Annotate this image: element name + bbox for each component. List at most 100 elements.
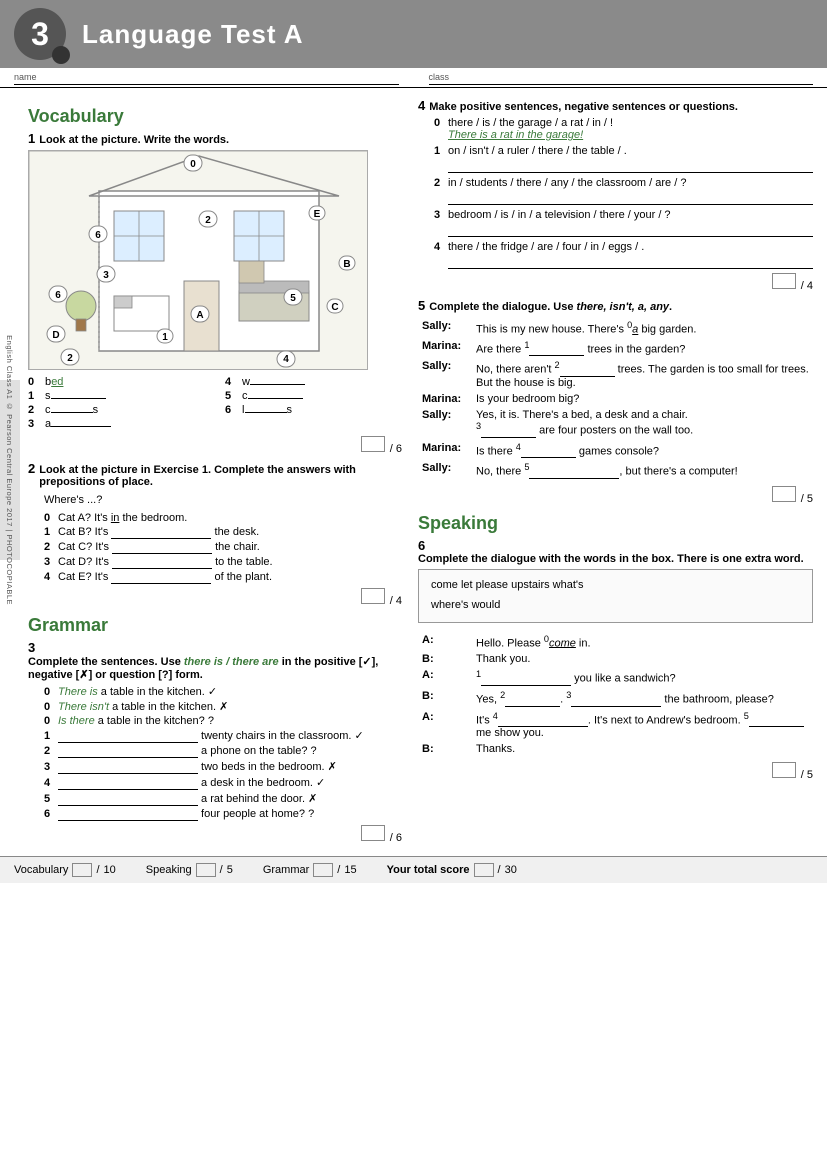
exercise-4: 4 Make positive sentences, negative sent…	[418, 98, 813, 292]
grammar-score-box	[313, 863, 333, 877]
ex6-score-line: / 5	[418, 762, 813, 781]
ex5-score-line: / 5	[418, 486, 813, 505]
ex5-sally-1: Sally: This is my new house. There's 0a …	[420, 319, 811, 337]
ex3-item-2: 2 a phone on the table? ?	[28, 745, 402, 758]
name-field: name	[14, 72, 399, 85]
word-item-0: 0 bed	[28, 376, 205, 388]
ex1-score-line: / 6	[28, 436, 402, 455]
ex3-item-0c: 0 Is there a table in the kitchen? ?	[28, 715, 402, 727]
total-score-box	[474, 863, 494, 877]
name-label: name	[14, 72, 399, 82]
ex3-score-line: / 6	[28, 825, 402, 844]
left-column: Vocabulary 1 Look at the picture. Write …	[28, 98, 418, 848]
ex5-score: 5	[807, 493, 813, 505]
svg-text:2: 2	[205, 215, 211, 226]
word-box-6: come let please upstairs what's where's …	[418, 569, 813, 623]
score-box-2	[361, 588, 385, 604]
ex6-dialogue: A: Hello. Please 0come in. B: Thank you.…	[418, 631, 813, 759]
ex4-item-4: 4 there / the fridge / are / four / in /…	[418, 241, 813, 269]
ex1-instruction: Look at the picture. Write the words.	[39, 134, 229, 146]
word-item-5: 5 c	[225, 390, 402, 402]
exercise-6: 6 Complete the dialogue with the words i…	[418, 538, 813, 781]
svg-text:5: 5	[290, 293, 296, 304]
word-grid: 0 bed 4 w 1 s 5 c	[28, 376, 402, 430]
ex5-sally-3: Sally: Yes, it is. There's a bed, a desk…	[420, 408, 811, 439]
score-box-3	[361, 825, 385, 841]
ex5-marina-1: Marina: Are there 1 trees in the garden?	[420, 339, 811, 358]
total-score-value: 30	[505, 864, 517, 876]
ex2-score: 4	[396, 595, 402, 607]
svg-text:0: 0	[190, 159, 196, 170]
svg-text:B: B	[343, 259, 350, 270]
vocabulary-heading: Vocabulary	[28, 106, 402, 127]
ex3-item-0a: 0 There is a table in the kitchen. ✓	[28, 685, 402, 698]
ex6-b-1: B: Thank you.	[420, 652, 811, 666]
ex2-item-2: 2 Cat C? It's the chair.	[28, 541, 402, 554]
ex1-score: 6	[396, 443, 402, 455]
ex2-item-1: 1 Cat B? It's the desk.	[28, 526, 402, 539]
ex2-prompt: Where's ...?	[28, 492, 402, 509]
exercise-2: 2 Look at the picture in Exercise 1. Com…	[28, 461, 402, 607]
svg-text:4: 4	[283, 354, 289, 365]
class-label: class	[429, 72, 814, 82]
ex4-instruction: Make positive sentences, negative senten…	[429, 101, 738, 113]
svg-text:2: 2	[67, 353, 73, 364]
score-box-4	[772, 273, 796, 289]
grammar-heading: Grammar	[28, 615, 402, 636]
ex2-item-3: 3 Cat D? It's to the table.	[28, 556, 402, 569]
ex6-instruction: Complete the dialogue with the words in …	[418, 553, 804, 565]
svg-text:E: E	[314, 209, 321, 220]
exercise-5: 5 Complete the dialogue. Use there, isn'…	[418, 298, 813, 505]
vocab-score-value: 10	[104, 864, 116, 876]
exercise-3: 3 Complete the sentences. Use there is /…	[28, 640, 402, 844]
svg-text:3: 3	[103, 270, 109, 281]
ex6-b-3: B: Thanks.	[420, 742, 811, 756]
score-box-5	[772, 486, 796, 502]
name-class-bar: name class	[0, 68, 827, 88]
ex6-a-2: A: 1 you like a sandwich?	[420, 668, 811, 687]
ex4-item-2: 2 in / students / there / any / the clas…	[418, 177, 813, 205]
ex3-score: 6	[396, 832, 402, 844]
ex3-item-3: 3 two beds in the bedroom. ✗	[28, 760, 402, 774]
ex6-a-3: A: It's 4 . It's next to Andrew's bedroo…	[420, 710, 811, 741]
svg-text:1: 1	[162, 332, 168, 343]
grammar-score-item: Grammar / 15	[263, 863, 357, 877]
word-item-2: 2 cs	[28, 404, 205, 416]
ex5-marina-2: Marina: Is your bedroom big?	[420, 392, 811, 406]
svg-text:6: 6	[95, 230, 101, 241]
svg-text:6: 6	[55, 290, 61, 301]
ex2-instruction: Look at the picture in Exercise 1. Compl…	[39, 464, 402, 488]
svg-text:A: A	[196, 310, 203, 321]
ex6-number: 6	[418, 538, 425, 553]
speaking-score-item: Speaking / 5	[146, 863, 233, 877]
ex2-number: 2	[28, 461, 35, 476]
word-item-4: 4 w	[225, 376, 402, 388]
exercise-1: 1 Look at the picture. Write the words.	[28, 131, 402, 455]
house-svg: 0 E B C 6	[29, 151, 368, 370]
vocabulary-picture: 0 E B C 6	[28, 150, 368, 370]
ex4-score-line: / 4	[418, 273, 813, 292]
ex3-item-6: 6 four people at home? ?	[28, 808, 402, 821]
main-content: Vocabulary 1 Look at the picture. Write …	[0, 90, 827, 856]
grammar-score-label: Grammar	[263, 864, 309, 876]
ex5-marina-3: Marina: Is there 4 games console?	[420, 441, 811, 460]
ex2-item-0: 0 Cat A? It's in the bedroom.	[28, 512, 402, 524]
total-score-label: Your total score	[387, 864, 470, 876]
speaking-score-box	[196, 863, 216, 877]
grammar-score-value: 15	[344, 864, 356, 876]
ex3-item-4: 4 a desk in the bedroom. ✓	[28, 776, 402, 790]
ex4-item-3: 3 bedroom / is / in / a television / the…	[418, 209, 813, 237]
speaking-heading: Speaking	[418, 513, 813, 534]
vocab-score-box	[72, 863, 92, 877]
ex6-b-2: B: Yes, 2 . 3 the bathroom, please?	[420, 689, 811, 708]
ex6-score: 5	[807, 769, 813, 781]
word-item-6: 6 ls	[225, 404, 402, 416]
ex2-score-line: / 4	[28, 588, 402, 607]
unit-number: 3	[31, 16, 49, 53]
ex4-item-1: 1 on / isn't / a ruler / there / the tab…	[418, 145, 813, 173]
svg-text:D: D	[52, 330, 59, 341]
total-score-item: Your total score / 30	[387, 863, 517, 877]
speaking-score-value: 5	[227, 864, 233, 876]
svg-text:C: C	[331, 302, 338, 313]
ex3-item-0b: 0 There isn't a table in the kitchen. ✗	[28, 700, 402, 713]
